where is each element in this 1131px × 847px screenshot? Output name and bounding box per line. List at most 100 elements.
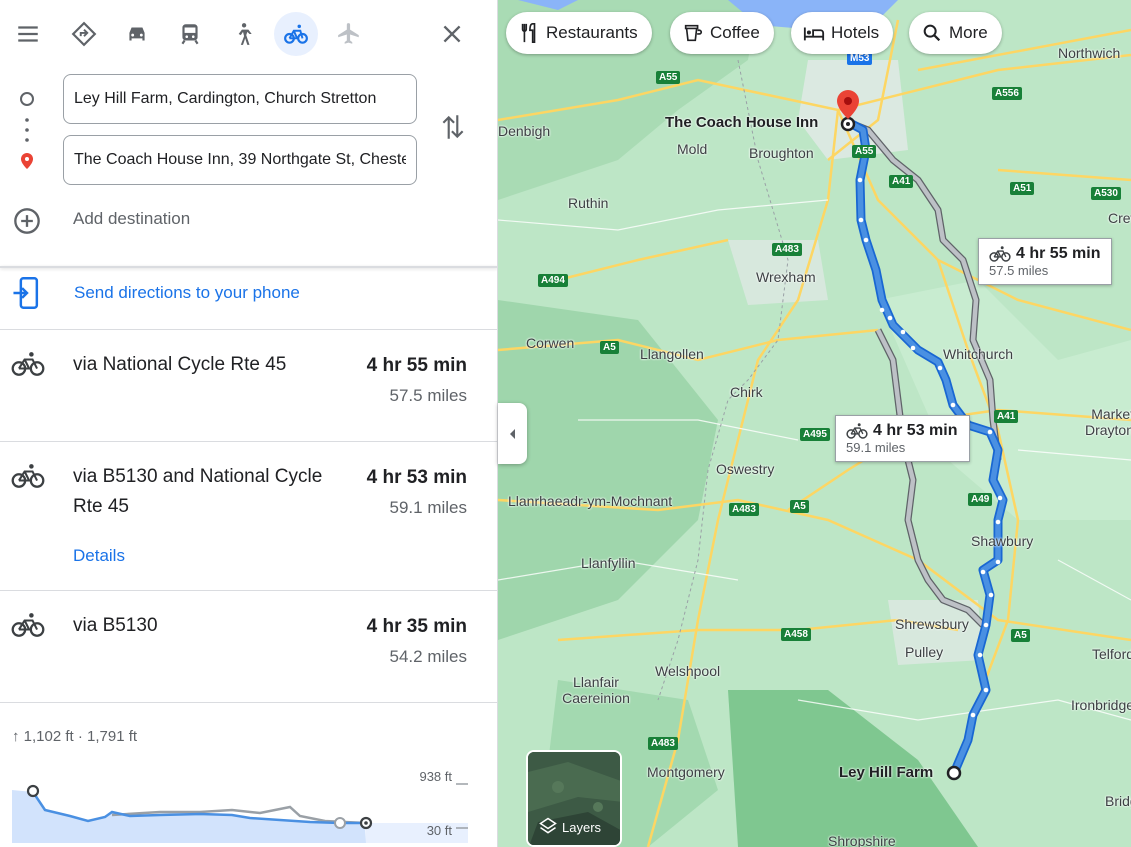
- road-label: A495: [800, 428, 830, 441]
- route-option-3[interactable]: via B5130 4 hr 35 min 54.2 miles: [0, 591, 497, 702]
- map-canvas[interactable]: A55 M53 A556 A55 A41 A51 A530 A483 A494 …: [498, 0, 1131, 847]
- route-distance: 57.5 miles: [389, 386, 467, 405]
- phone-send-icon: [13, 277, 39, 309]
- town-label: Pulley: [905, 644, 944, 660]
- town-label: Whitchurch: [943, 346, 1014, 362]
- town-label: Shrewsbury: [895, 616, 969, 632]
- search-icon: [923, 24, 941, 42]
- layers-button[interactable]: Layers: [526, 750, 622, 847]
- collapse-panel-button[interactable]: [498, 403, 527, 464]
- chip-more[interactable]: More: [909, 12, 1002, 54]
- town-label: Welshpool: [655, 663, 721, 679]
- town-label: Llanrhaeadr-ym-Mochnant: [508, 493, 673, 509]
- elevation-start-marker: [26, 784, 40, 798]
- town-label: Oswestry: [716, 461, 775, 477]
- route-time: 4 hr 53 min: [366, 467, 467, 488]
- elevation-chart: 938 ft 30 ft: [12, 769, 468, 843]
- chevron-left-icon: [509, 428, 515, 439]
- elevation-up-arrow-icon: ↑: [12, 728, 20, 745]
- road-label: A49: [968, 493, 993, 506]
- destination-input[interactable]: The Coach House Inn, 39 Northgate St, Ch…: [63, 135, 417, 185]
- town-label: Wrexham: [756, 269, 816, 285]
- travel-mode-bar: [0, 0, 497, 68]
- origin-input[interactable]: Ley Hill Farm, Cardington, Church Strett…: [63, 74, 417, 124]
- town-label: Crewe: [1108, 210, 1131, 226]
- town-label: Ironbridge: [1071, 697, 1131, 713]
- town-label: Telford: [1092, 646, 1131, 662]
- bicycle-icon[interactable]: [274, 12, 318, 56]
- road-label: A55: [852, 145, 877, 158]
- route-time: 4 hr 55 min: [366, 355, 467, 376]
- route-duration-box[interactable]: 4 hr 53 min 59.1 miles: [835, 415, 970, 462]
- road-label: A494: [538, 274, 568, 287]
- send-to-phone-label[interactable]: Send directions to your phone: [74, 283, 300, 303]
- close-icon[interactable]: [430, 12, 474, 56]
- route-option-2[interactable]: via B5130 and National Cycle Rte 45 4 hr…: [0, 442, 497, 590]
- add-destination-label[interactable]: Add destination: [73, 209, 190, 229]
- bicycle-icon: [11, 464, 45, 488]
- coffee-icon: [684, 24, 703, 42]
- menu-icon[interactable]: [6, 12, 50, 56]
- road-label: A530: [1091, 187, 1121, 200]
- route-name: via B5130: [73, 615, 158, 636]
- bicycle-icon: [11, 352, 45, 376]
- town-label: Corwen: [526, 335, 575, 351]
- chip-coffee[interactable]: Coffee: [670, 12, 774, 54]
- walk-icon[interactable]: [221, 12, 265, 56]
- road-label: A483: [772, 243, 802, 256]
- town-label: Llanfyllin: [581, 555, 636, 571]
- route-name: via B5130 and National Cycle Rte 45: [73, 466, 323, 517]
- route-name: via National Cycle Rte 45: [73, 354, 287, 375]
- bicycle-icon: [11, 613, 45, 637]
- route-details-link[interactable]: Details: [73, 546, 125, 566]
- town-label: Chirk: [730, 384, 763, 400]
- best-route-icon[interactable]: [62, 12, 106, 56]
- layers-label: Layers: [562, 820, 602, 835]
- elevation-max-label: 938 ft: [419, 769, 452, 784]
- start-label[interactable]: Ley Hill Farm: [839, 764, 933, 781]
- route-duration-distance: 59.1 miles: [846, 440, 906, 455]
- hotel-icon: [803, 27, 825, 41]
- road-label: A556: [992, 87, 1022, 100]
- route-duration-box[interactable]: 4 hr 55 min 57.5 miles: [978, 238, 1112, 285]
- town-label: Montgomery: [647, 764, 725, 780]
- start-marker[interactable]: [946, 765, 962, 781]
- town-label: Shawbury: [971, 533, 1034, 549]
- flight-icon[interactable]: [327, 12, 371, 56]
- transit-icon[interactable]: [168, 12, 212, 56]
- road-label: A483: [648, 737, 678, 750]
- town-label: Llanfair Caereinion: [562, 674, 630, 706]
- directions-panel: Ley Hill Farm, Cardington, Church Strett…: [0, 0, 498, 847]
- town-label: Broughton: [749, 145, 814, 161]
- elevation-summary-text: 1,102 ft · 1,791 ft: [23, 728, 138, 745]
- town-label: Ruthin: [568, 195, 609, 211]
- road-label: A41: [889, 175, 914, 188]
- swap-icon[interactable]: [440, 112, 466, 142]
- road-label: A5: [600, 341, 619, 354]
- route-dots-icon: [20, 92, 34, 169]
- town-label: Market Drayton: [1084, 406, 1131, 438]
- destination-label[interactable]: The Coach House Inn: [665, 114, 818, 131]
- send-to-phone-link[interactable]: Send directions to your phone: [12, 277, 300, 309]
- bicycle-icon: [989, 246, 1011, 262]
- town-label: Bridgnorth: [1105, 793, 1131, 809]
- town-label: Llangollen: [640, 346, 704, 362]
- bicycle-icon: [846, 423, 868, 439]
- road-label: A458: [781, 628, 811, 641]
- route-option-1[interactable]: via National Cycle Rte 45 4 hr 55 min 57…: [0, 330, 497, 441]
- road-label: A5: [790, 500, 809, 513]
- route-time: 4 hr 35 min: [366, 616, 467, 637]
- road-label: A51: [1010, 182, 1035, 195]
- chip-hotels[interactable]: Hotels: [791, 12, 894, 54]
- route-distance: 54.2 miles: [389, 647, 467, 666]
- road-label: A5: [1011, 629, 1030, 642]
- add-destination-icon[interactable]: [13, 207, 41, 235]
- route-duration-distance: 57.5 miles: [989, 263, 1049, 278]
- elevation-min-label: 30 ft: [427, 823, 453, 838]
- chip-restaurants[interactable]: Restaurants: [506, 12, 652, 54]
- town-label: Mold: [677, 141, 708, 157]
- route-inputs: Ley Hill Farm, Cardington, Church Strett…: [0, 68, 497, 266]
- route-distance: 59.1 miles: [389, 498, 467, 517]
- car-icon[interactable]: [115, 12, 159, 56]
- town-label: Denbigh: [498, 123, 551, 139]
